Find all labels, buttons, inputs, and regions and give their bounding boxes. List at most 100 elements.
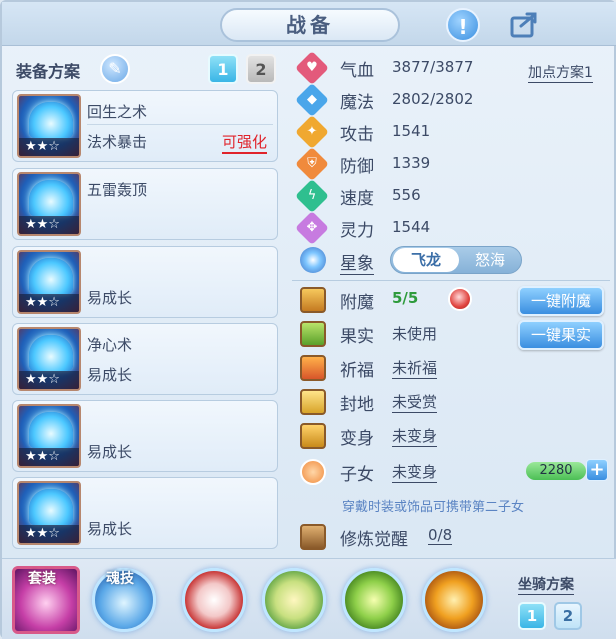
equipment-name: 净心术 [87,336,133,354]
feature-label: 附魔 [340,293,374,313]
equipment-icon: ★★☆ [17,481,81,545]
feature-value: 5/5 [392,289,419,307]
stat-value: 1541 [392,122,431,140]
constellation-icon [300,247,326,273]
child-icon [300,459,326,485]
equipment-icon: ★★☆ [17,327,81,391]
mount-scheme-button-1[interactable]: 1 [518,602,546,630]
fruit-icon [300,321,326,347]
stat-row-attack: ✦ 攻击 1541 [295,115,608,149]
stat-label: 魔法 [340,93,374,113]
equipment-effect: 法术暴击 [87,133,148,151]
feature-label: 祈福 [340,361,374,381]
hint-text: 穿戴时装或饰品可携带第二子女 [342,500,525,515]
equipment-icon: ★★☆ [17,172,81,236]
stat-label: 攻击 [340,125,374,145]
stat-value: 1544 [392,218,431,236]
star-rating: ★★☆ [19,294,79,312]
star-rating: ★★☆ [19,138,79,156]
enchant-icon [300,287,326,313]
star-rating: ★★☆ [19,525,79,543]
edit-icon[interactable]: ✎ [100,54,130,84]
header-bar: 战备 ! [2,2,616,46]
feature-value[interactable]: 0/8 [428,526,453,545]
feature-row-cultivation: 修炼觉醒 0/8 [298,522,608,552]
feature-value[interactable]: 未变身 [392,461,438,483]
stat-row-speed: ϟ 速度 556 [295,179,608,213]
stat-label: 气血 [340,61,374,81]
feature-value[interactable]: 未受赏 [392,391,438,413]
equipment-card[interactable]: ★★☆ 五雷轰顶 [12,168,278,240]
mount-scheme-button-2[interactable]: 2 [554,602,582,630]
stat-row-hp: ♥ 气血 3877/3877 [295,51,608,85]
fief-icon [300,389,326,415]
equipment-card[interactable]: ★★☆ 易成长 [12,477,278,549]
scheme-button-2[interactable]: 2 [246,54,276,84]
suit-label: 套装 [28,571,56,587]
heart-icon: ♥ [295,51,329,85]
feature-row-transform: 变身 未变身 [298,421,608,451]
scheme-button-1[interactable]: 1 [208,54,238,84]
constellation-label[interactable]: 星象 [340,249,374,275]
one-click-fruit-button[interactable]: 一键果实 [518,320,604,350]
equipment-icon: ★★☆ [17,250,81,314]
skill-icon[interactable] [422,568,486,632]
equipment-card[interactable]: ★★☆ 回生之术 法术暴击 可强化 [12,90,278,162]
stat-value: 2802/2802 [392,90,474,108]
feature-label: 变身 [340,429,374,449]
stat-row-defense: ⛨ 防御 1339 [295,147,608,181]
toggle-option-inactive[interactable]: 怒海 [459,248,521,272]
clock-icon[interactable] [448,287,472,311]
spirit-icon: ✥ [295,211,329,245]
feature-row-fief: 封地 未受赏 [298,387,608,417]
feature-value[interactable]: 未变身 [392,425,438,447]
equipment-effect: 易成长 [87,443,133,461]
stat-label: 速度 [340,189,374,209]
transform-icon [300,423,326,449]
mana-icon: ◆ [295,83,329,117]
feature-label: 子女 [340,465,374,485]
equipment-card[interactable]: ★★☆ 易成长 [12,246,278,318]
feature-value[interactable]: 未祈福 [392,357,438,379]
stat-row-mp: ◆ 魔法 2802/2802 [295,83,608,117]
stat-value: 1339 [392,154,431,172]
equipment-name: 回生之术 [87,103,148,121]
equipment-panel: 战备 ! 装备方案 ✎ 1 2 ★★☆ 回生之术 法术暴击 可强化 ★★☆ 五雷… [0,0,616,639]
feature-label: 修炼觉醒 [340,530,408,550]
stat-label: 防御 [340,157,374,177]
stat-label: 灵力 [340,221,374,241]
star-rating: ★★☆ [19,448,79,466]
equipment-name: 五雷轰顶 [87,181,148,199]
equipment-icon: ★★☆ [17,404,81,468]
share-icon[interactable] [507,8,541,42]
sword-icon: ✦ [295,115,329,149]
stat-value: 556 [392,186,421,204]
equipment-card[interactable]: ★★☆ 净心术 易成长 [12,323,278,395]
shield-icon: ⛨ [295,147,329,181]
skill-icon[interactable] [342,568,406,632]
feature-label: 封地 [340,395,374,415]
one-click-enchant-button[interactable]: 一键附魔 [518,286,604,316]
equipment-effect: 易成长 [87,520,133,538]
constellation-toggle[interactable]: 飞龙 怒海 [390,246,522,274]
skill-icon[interactable] [262,568,326,632]
strengthen-link[interactable]: 可强化 [221,131,267,154]
cultivation-icon [300,524,326,550]
equipment-scheme-title: 装备方案 [16,62,81,81]
equipment-effect: 易成长 [87,366,133,384]
star-rating: ★★☆ [19,216,79,234]
stat-value: 3877/3877 [392,58,474,76]
equipment-effect: 易成长 [87,289,133,307]
feature-value: 未使用 [392,325,438,343]
mount-scheme-title[interactable]: 坐骑方案 [518,574,574,595]
toggle-option-active[interactable]: 飞龙 [393,248,459,272]
equipment-card[interactable]: ★★☆ 易成长 [12,400,278,472]
skill-icon[interactable] [182,568,246,632]
info-button[interactable]: ! [446,8,480,42]
plus-icon[interactable]: + [586,459,608,481]
feature-row-blessing: 祈福 未祈福 [298,353,608,383]
divider [292,280,610,281]
stat-row-spirit: ✥ 灵力 1544 [295,211,608,245]
soul-skill-label: 魂技 [106,571,134,587]
star-rating: ★★☆ [19,371,79,389]
